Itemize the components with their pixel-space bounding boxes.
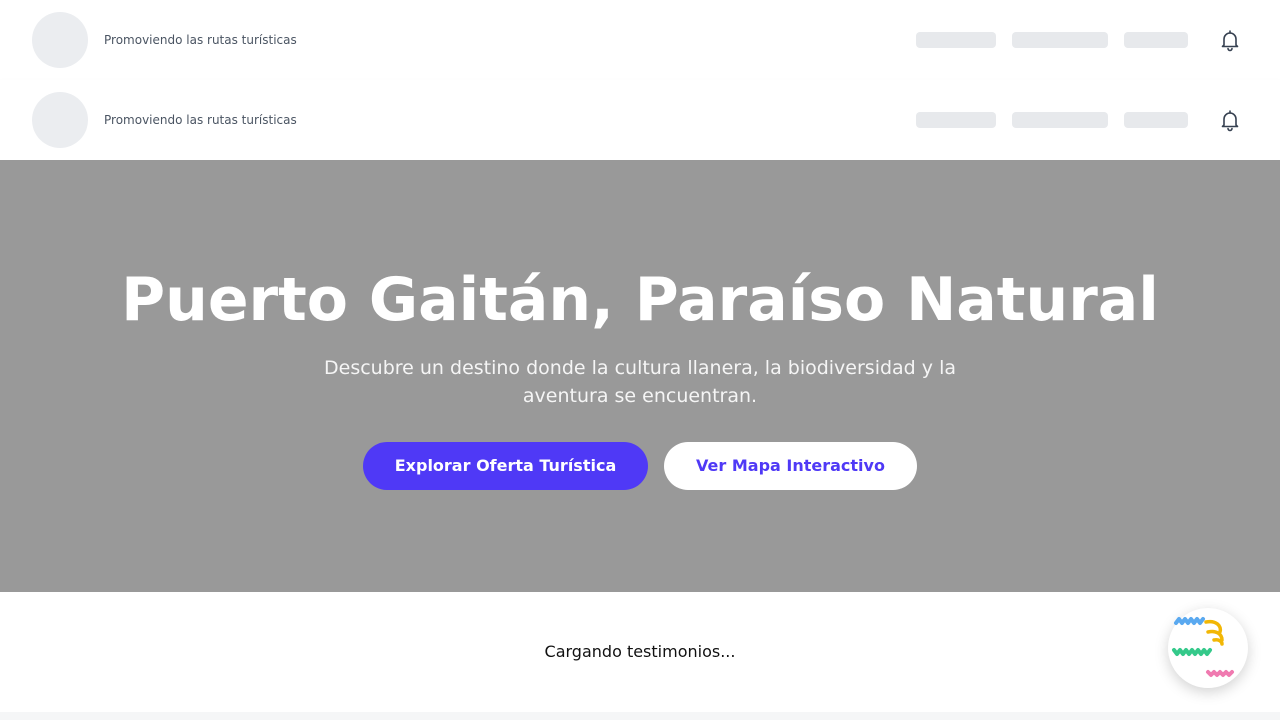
- testimonials-section: Cargando testimonios...: [0, 592, 1280, 712]
- chat-widget-icon[interactable]: [1168, 608, 1248, 688]
- nav-link-skeleton: [1124, 32, 1188, 48]
- hero-section: Puerto Gaitán, Paraíso Natural Descubre …: [0, 160, 1280, 592]
- interactive-map-button[interactable]: Ver Mapa Interactivo: [664, 442, 917, 490]
- nav-link-skeleton: [1012, 32, 1108, 48]
- site-tagline: Promoviendo las rutas turísticas: [104, 33, 297, 47]
- nav-link-skeleton: [1012, 112, 1108, 128]
- bell-icon[interactable]: [1218, 108, 1242, 132]
- site-header: Promoviendo las rutas turísticas: [0, 0, 1280, 80]
- logo-placeholder[interactable]: [32, 12, 88, 68]
- bell-icon[interactable]: [1218, 28, 1242, 52]
- logo-placeholder[interactable]: [32, 92, 88, 148]
- site-tagline: Promoviendo las rutas turísticas: [104, 113, 297, 127]
- hero-title: Puerto Gaitán, Paraíso Natural: [121, 265, 1159, 335]
- site-header-secondary: Promoviendo las rutas turísticas: [0, 80, 1280, 160]
- explore-offer-button[interactable]: Explorar Oferta Turística: [363, 442, 648, 490]
- testimonials-loading-text: Cargando testimonios...: [544, 642, 736, 661]
- footer-strip: [0, 712, 1280, 720]
- nav-link-skeleton: [916, 112, 996, 128]
- nav-link-skeleton: [916, 32, 996, 48]
- hero-subtitle: Descubre un destino donde la cultura lla…: [324, 357, 956, 407]
- nav-link-skeleton: [1124, 112, 1188, 128]
